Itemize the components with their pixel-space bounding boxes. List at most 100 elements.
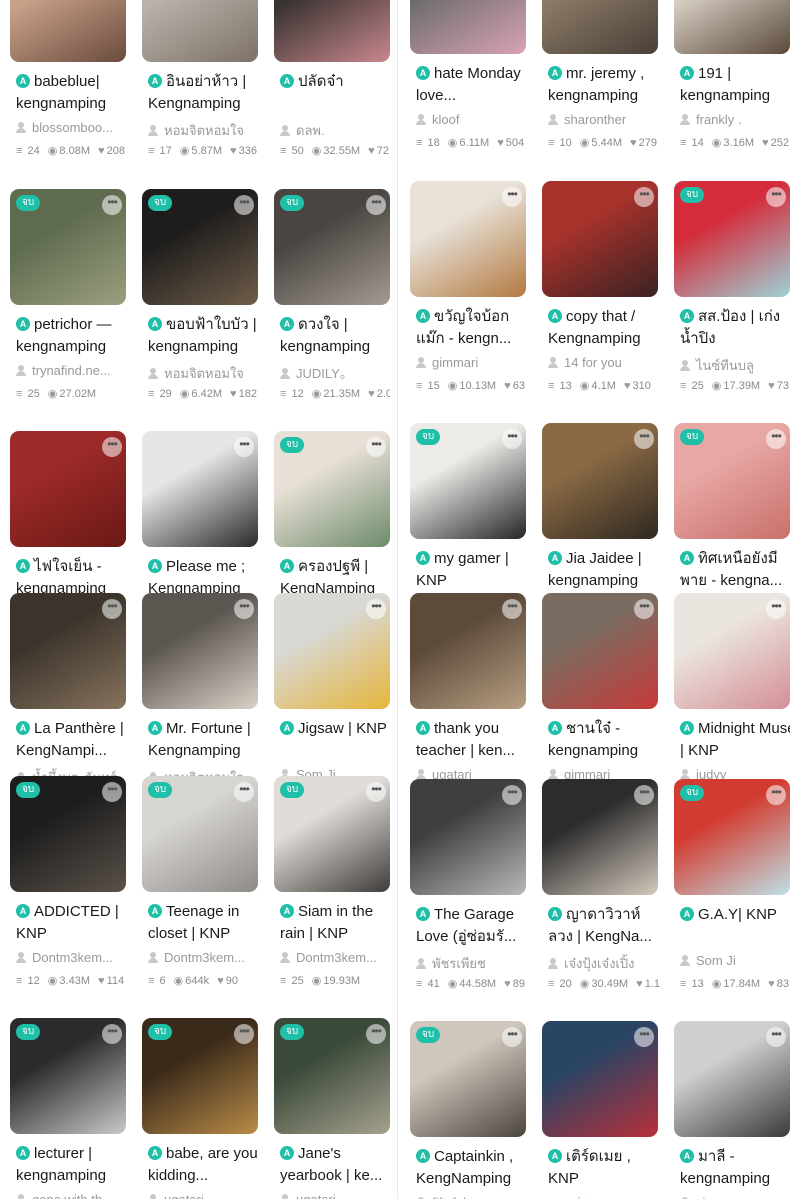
- more-options-icon[interactable]: •••: [766, 1027, 786, 1047]
- story-title-row[interactable]: A ปลัดจ๋า: [280, 71, 390, 115]
- story-author-row[interactable]: Dontm3kem...: [16, 950, 128, 965]
- story-author[interactable]: gimmari: [432, 355, 478, 370]
- more-options-icon[interactable]: •••: [234, 437, 254, 457]
- story-card[interactable]: ••• ALa Panthère | KengNampi... น้ำผึ้งพ…: [10, 593, 128, 776]
- story-title-row[interactable]: A 191 | kengnamping: [680, 63, 790, 107]
- story-author[interactable]: Dontm3kem...: [164, 950, 245, 965]
- more-options-icon[interactable]: •••: [502, 785, 522, 805]
- story-author-row[interactable]: ugatari: [416, 767, 528, 779]
- more-options-icon[interactable]: •••: [366, 437, 386, 457]
- story-title-row[interactable]: A Jigsaw | KNP: [280, 718, 390, 762]
- story-title-row[interactable]: A ญาดาวิวาห์ ลวง | KengNa...: [548, 904, 660, 948]
- more-options-icon[interactable]: •••: [634, 187, 654, 207]
- story-title[interactable]: ADDICTED | KNP: [16, 903, 119, 942]
- story-title[interactable]: mr. jeremy , kengnamping: [548, 65, 644, 104]
- story-author-row[interactable]: JUDILY。: [280, 363, 390, 382]
- more-options-icon[interactable]: •••: [234, 1024, 254, 1044]
- story-cover[interactable]: [542, 0, 658, 54]
- story-card[interactable]: จบ ••• A ขอบฟ้าใบบัว | kengnamping หอมจิต…: [142, 189, 260, 431]
- story-author[interactable]: ugatari: [164, 1192, 204, 1199]
- story-title-row[interactable]: A เติร์ดเมย , KNP: [548, 1146, 660, 1190]
- story-title[interactable]: Midnight Muse | KNP: [680, 720, 790, 759]
- story-author[interactable]: sharonther: [564, 112, 626, 127]
- story-author[interactable]: gimmari: [564, 767, 610, 779]
- story-author[interactable]: ugatari: [296, 1192, 336, 1199]
- more-options-icon[interactable]: •••: [102, 437, 122, 457]
- story-title-row[interactable]: A La Panthère | KengNampi...: [16, 718, 128, 762]
- story-card[interactable]: ••• Amr. jeremy , kengnamping sharonther…: [542, 0, 660, 181]
- story-title[interactable]: ทิศเหนือยังมีพาย - kengna...: [680, 550, 782, 589]
- more-options-icon[interactable]: •••: [634, 429, 654, 449]
- story-title[interactable]: La Panthère | KengNampi...: [16, 720, 124, 759]
- story-author-row[interactable]: ดลพ.: [280, 120, 390, 141]
- story-title-row[interactable]: A ดวงใจ | kengnamping: [280, 314, 390, 358]
- more-options-icon[interactable]: •••: [366, 195, 386, 215]
- more-options-icon[interactable]: •••: [366, 599, 386, 619]
- more-options-icon[interactable]: •••: [234, 599, 254, 619]
- story-title[interactable]: ขอบฟ้าใบบัว | kengnamping: [148, 316, 257, 355]
- story-author-row[interactable]: fiftyfab: [416, 1195, 528, 1199]
- story-cover[interactable]: [10, 0, 126, 62]
- more-options-icon[interactable]: •••: [502, 187, 522, 207]
- story-author-row[interactable]: เจ๋งปุ้งเจ๋งเปิ้ง: [548, 953, 660, 974]
- story-title-row[interactable]: A สส.ป้อง | เก่งน้ำปิง: [680, 306, 790, 350]
- story-author-row[interactable]: Som Ji: [680, 953, 790, 968]
- story-title-row[interactable]: A Jane's yearbook | ke...: [280, 1143, 390, 1187]
- story-cover[interactable]: [142, 0, 258, 62]
- story-title-row[interactable]: A ADDICTED | KNP: [16, 901, 128, 945]
- story-title-row[interactable]: A Teenage in closet | KNP: [148, 901, 260, 945]
- story-author[interactable]: Som Ji: [696, 953, 736, 968]
- more-options-icon[interactable]: •••: [766, 187, 786, 207]
- story-title-row[interactable]: A ครองปฐพี | KengNamping: [280, 556, 390, 593]
- more-options-icon[interactable]: •••: [634, 599, 654, 619]
- story-author-row[interactable]: น้ำผึ้งพระจันทร์: [16, 767, 128, 776]
- story-title[interactable]: hate Monday love...: [416, 65, 521, 104]
- story-author[interactable]: gone with th...: [32, 1192, 113, 1199]
- story-card[interactable]: ••• Aชานใจ๋ - kengnamping gimmari ≡ 27 ◉…: [542, 593, 660, 779]
- story-author-row[interactable]: kloof: [416, 112, 528, 127]
- story-title[interactable]: Siam in the rain | KNP: [280, 903, 373, 942]
- more-options-icon[interactable]: •••: [234, 195, 254, 215]
- more-options-icon[interactable]: •••: [502, 599, 522, 619]
- story-title-row[interactable]: A มาลี - kengnamping: [680, 1146, 790, 1190]
- story-card[interactable]: ••• Ahate Monday love... kloof ≡ 18 ◉6.1…: [410, 0, 528, 181]
- story-title-row[interactable]: Amy gamer | KNP: [416, 548, 528, 592]
- story-author[interactable]: Som Ji: [296, 767, 336, 776]
- story-title-row[interactable]: A Please me ; Kengnamping: [148, 556, 260, 593]
- story-card[interactable]: จบ ••• Alecturer | kengnamping gone with…: [10, 1018, 128, 1199]
- story-author-row[interactable]: ไนซ์ทีนบลู: [680, 355, 790, 376]
- story-title[interactable]: อินอย่าห้าว | Kengnamping: [148, 73, 246, 112]
- story-author-row[interactable]: sizom: [680, 1195, 790, 1199]
- story-card[interactable]: จบ ••• Apetrichor — kengnamping trynafin…: [10, 189, 128, 431]
- story-card[interactable]: จบ ••• ACaptainkin , KengNamping fiftyfa…: [410, 1021, 528, 1199]
- story-card[interactable]: ••• A ไฟใจเย็น - kengnamping: [10, 431, 128, 593]
- more-options-icon[interactable]: •••: [502, 1027, 522, 1047]
- story-title[interactable]: thank you teacher | ken...: [416, 720, 515, 759]
- story-title[interactable]: petrichor — kengnamping: [16, 316, 112, 355]
- story-author[interactable]: kloof: [432, 112, 459, 127]
- story-author-row[interactable]: gimmari: [416, 355, 528, 370]
- story-title-row[interactable]: A ไฟใจเย็น - kengnamping: [16, 556, 128, 593]
- story-title-row[interactable]: A อินอย่าห้าว | Kengnamping: [148, 71, 260, 115]
- story-author-row[interactable]: 14 for you: [548, 355, 660, 370]
- story-author-row[interactable]: หอมจิตหอมใจ: [148, 120, 260, 141]
- story-author-row[interactable]: blossomboo...: [16, 120, 128, 135]
- story-title-row[interactable]: A The Garage Love (อู่ซ่อมรั...: [416, 904, 528, 948]
- story-author[interactable]: พัชรเพียช: [432, 956, 486, 971]
- story-title[interactable]: สส.ป้อง | เก่งน้ำปิง: [680, 308, 780, 347]
- story-card[interactable]: ••• Aมาลี - kengnamping sizom: [674, 1021, 790, 1199]
- story-title-row[interactable]: Athank you teacher | ken...: [416, 718, 528, 762]
- more-options-icon[interactable]: •••: [766, 599, 786, 619]
- story-author[interactable]: trynafind.ne...: [32, 363, 111, 378]
- more-options-icon[interactable]: •••: [366, 782, 386, 802]
- story-card[interactable]: ••• AJigsaw | KNP Som Ji ≡ 15 ◉8.04M ♥66…: [274, 593, 390, 776]
- story-card[interactable]: จบ ••• A Siam in the rain | KNP Dontm3kem…: [274, 776, 390, 1018]
- story-card[interactable]: ••• A Please me ; Kengnamping: [142, 431, 260, 593]
- story-author[interactable]: Dontm3kem...: [32, 950, 113, 965]
- story-card[interactable]: จบ ••• A สส.ป้อง | เก่งน้ำปิง ไนซ์ทีนบลู …: [674, 181, 790, 423]
- more-options-icon[interactable]: •••: [234, 782, 254, 802]
- more-options-icon[interactable]: •••: [766, 429, 786, 449]
- story-title[interactable]: ญาดาวิวาห์ ลวง | KengNa...: [548, 906, 652, 945]
- story-title-row[interactable]: Ahate Monday love...: [416, 63, 528, 107]
- story-card[interactable]: ••• A The Garage Love (อู่ซ่อมรั... พัชรเ…: [410, 779, 528, 1021]
